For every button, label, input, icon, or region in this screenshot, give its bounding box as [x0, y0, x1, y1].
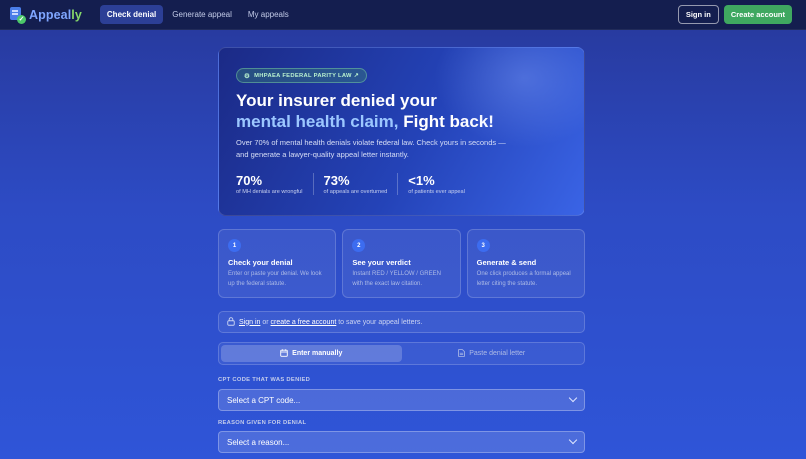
lock-icon: [227, 316, 235, 328]
step-number: 1: [228, 239, 241, 252]
gear-icon: ⚙: [244, 72, 251, 80]
denial-reason-label: REASON GIVEN FOR DENIAL: [218, 420, 307, 426]
denial-reason-select[interactable]: Select a reason...: [218, 431, 585, 453]
stat-value: 73%: [323, 173, 350, 188]
sign-in-button[interactable]: Sign in: [677, 5, 719, 24]
step-number: 2: [352, 239, 366, 252]
step-title: Check your denial: [228, 258, 293, 267]
stat-value: 70%: [236, 173, 263, 188]
step-title: See your verdict: [352, 258, 411, 267]
denial-reason-value: Select a reason...: [227, 437, 290, 447]
tab-check-denial[interactable]: Check denial: [99, 5, 164, 24]
step-number: 3: [476, 239, 490, 252]
sign-in-notice: Sign in or create a free account to save…: [218, 311, 585, 333]
sign-in-link[interactable]: Sign in: [239, 319, 260, 326]
step-card-generate: 3 Generate & send One click produces a f…: [466, 229, 585, 298]
badge-label: MHPAEA FEDERAL PARITY LAW ↗: [254, 72, 359, 79]
tab-generate-appeal[interactable]: Generate appeal: [165, 5, 239, 24]
create-account-button[interactable]: Create account: [723, 5, 792, 24]
chevron-down-icon: [568, 435, 578, 445]
stat-item: <1% of patients ever appeal: [397, 173, 475, 195]
logo-icon: ✓: [10, 7, 26, 24]
stat-item: 70% of MH denials are wrongful: [236, 173, 313, 195]
steps-row: 1 Check your denial Enter or paste your …: [218, 229, 585, 298]
hero-title-highlight: mental health claim,: [236, 112, 399, 131]
step-description: Enter or paste your denial. We look up t…: [228, 271, 322, 287]
hero-description: Over 70% of mental health denials violat…: [236, 138, 506, 159]
enter-manually-label: Enter manually: [292, 350, 343, 357]
stat-item: 73% of appeals are overturned: [312, 173, 398, 195]
step-description: One click produces a formal appeal lette…: [476, 271, 571, 287]
chevron-down-icon: [568, 393, 578, 403]
input-mode-toggle: Enter manually Paste denial letter: [218, 342, 585, 365]
cpt-code-value: Select a CPT code...: [227, 395, 301, 405]
logo-text: Appeally: [29, 7, 82, 22]
hero-card: ⚙ MHPAEA FEDERAL PARITY LAW ↗ Your insur…: [218, 47, 585, 216]
cpt-code-label: CPT CODE THAT WAS DENIED: [218, 377, 311, 383]
nav-tabs: Check denial Generate appeal My appeals: [99, 5, 296, 24]
stat-label: of MH denials are wrongful: [236, 189, 303, 195]
stat-label: of appeals are overturned: [323, 189, 388, 195]
create-account-link[interactable]: create a free account: [271, 319, 337, 326]
calendar-icon: [280, 348, 288, 359]
top-navbar: ✓ Appeally Check denial Generate appeal …: [0, 0, 806, 30]
logo[interactable]: ✓ Appeally: [10, 7, 82, 24]
stat-label: of patients ever appeal: [408, 189, 465, 195]
stat-value: <1%: [408, 173, 435, 188]
step-card-verdict: 2 See your verdict Instant RED / YELLOW …: [342, 229, 461, 298]
hero-title: Your insurer denied your mental health c…: [236, 91, 494, 131]
step-card-check: 1 Check your denial Enter or paste your …: [218, 229, 337, 298]
step-title: Generate & send: [476, 258, 537, 267]
cpt-code-select[interactable]: Select a CPT code...: [218, 389, 585, 411]
document-icon: [458, 348, 466, 359]
paste-letter-option[interactable]: Paste denial letter: [402, 345, 583, 362]
paste-letter-label: Paste denial letter: [469, 350, 526, 357]
stats-row: 70% of MH denials are wrongful 73% of ap…: [236, 173, 475, 195]
tab-my-appeals[interactable]: My appeals: [241, 5, 296, 24]
parity-law-badge[interactable]: ⚙ MHPAEA FEDERAL PARITY LAW ↗: [236, 68, 367, 83]
nav-actions: Sign in Create account: [677, 5, 792, 24]
enter-manually-option[interactable]: Enter manually: [221, 345, 402, 362]
step-description: Instant RED / YELLOW / GREEN with the ex…: [352, 271, 441, 287]
